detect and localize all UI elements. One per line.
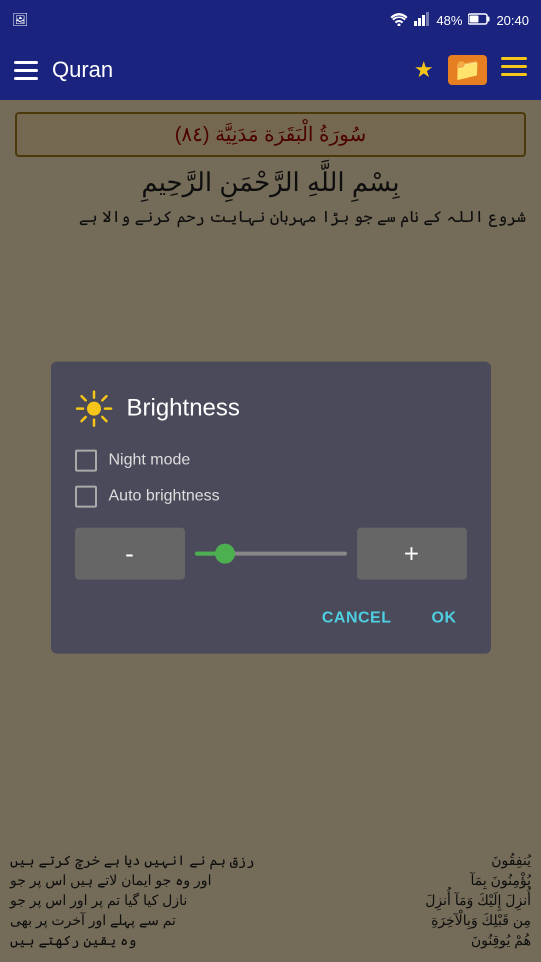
content-area: سُورَةُ الْبَقَرَة مَدَنِيَّة (٨٤) بِسْم…	[0, 100, 541, 962]
status-left-icons: 🖼	[12, 12, 29, 28]
cancel-button[interactable]: CANCEL	[312, 604, 402, 634]
clock: 20:40	[496, 13, 529, 28]
auto-brightness-row[interactable]: Auto brightness	[75, 486, 467, 508]
status-right-info: 48% 20:40	[390, 12, 529, 29]
battery-icon	[468, 13, 490, 28]
nav-bar: Quran ★ 📁	[0, 40, 541, 100]
auto-brightness-checkbox[interactable]	[75, 486, 97, 508]
dialog-button-row: CANCEL OK	[75, 604, 467, 634]
brightness-dialog: Brightness Night mode Auto brightness - …	[51, 362, 491, 654]
night-mode-row[interactable]: Night mode	[75, 450, 467, 472]
signal-icon	[414, 12, 430, 29]
brightness-slider-track[interactable]	[195, 552, 347, 556]
status-bar: 🖼 48% 20:40	[0, 0, 541, 40]
nav-title: Quran	[52, 57, 400, 83]
brightness-slider-row: - +	[75, 528, 467, 580]
brightness-decrease-button[interactable]: -	[75, 528, 185, 580]
bookmark-icon[interactable]: ★	[414, 57, 434, 83]
menu-list-icon[interactable]	[501, 57, 527, 83]
ok-button[interactable]: OK	[422, 604, 467, 634]
night-mode-checkbox[interactable]	[75, 450, 97, 472]
battery-percentage: 48%	[436, 13, 462, 28]
brightness-increase-button[interactable]: +	[357, 528, 467, 580]
wifi-icon	[390, 12, 408, 29]
auto-brightness-label: Auto brightness	[109, 488, 220, 506]
hamburger-menu[interactable]	[14, 61, 38, 80]
brightness-icon	[75, 390, 113, 428]
night-mode-label: Night mode	[109, 452, 191, 470]
dialog-title-row: Brightness	[75, 390, 467, 428]
dialog-title: Brightness	[127, 395, 240, 423]
app-icon: 🖼	[12, 12, 29, 28]
brightness-slider-thumb[interactable]	[215, 544, 235, 564]
folder-icon[interactable]: 📁	[448, 55, 487, 85]
